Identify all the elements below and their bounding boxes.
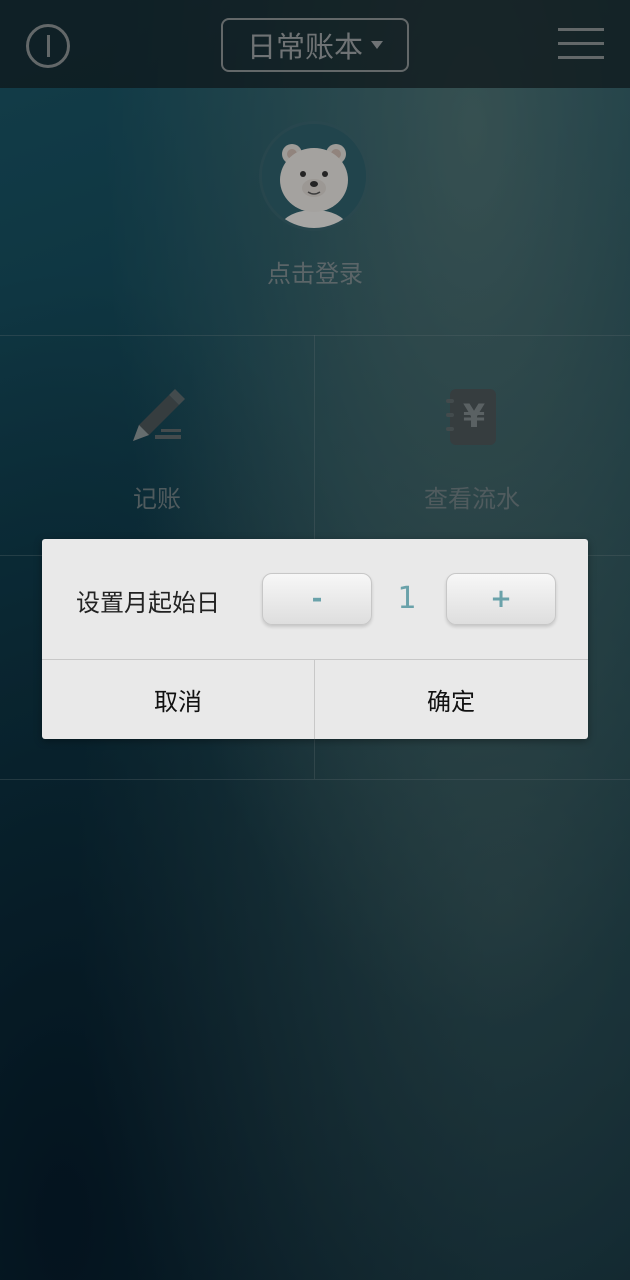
increment-button[interactable]: + xyxy=(446,573,556,625)
start-day-value: 1 xyxy=(397,581,417,616)
dialog-title: 设置月起始日 xyxy=(76,589,220,617)
confirm-button[interactable]: 确定 xyxy=(315,660,587,739)
month-start-dialog: 设置月起始日 - 1 + 取消 确定 xyxy=(42,539,588,739)
decrement-button[interactable]: - xyxy=(262,573,372,625)
cancel-button[interactable]: 取消 xyxy=(42,660,314,739)
